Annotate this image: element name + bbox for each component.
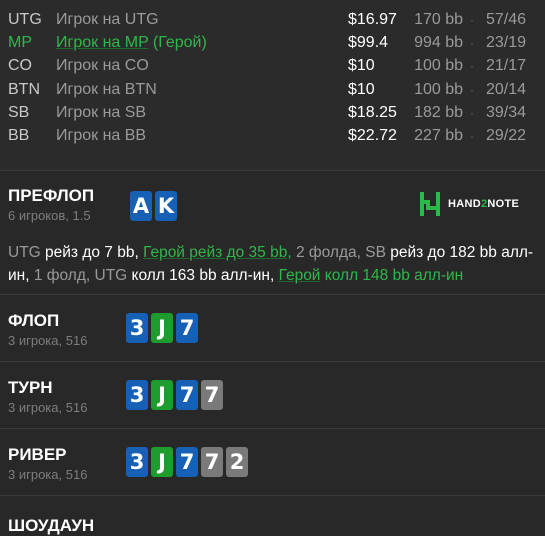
card: J — [151, 380, 173, 411]
hero-action[interactable]: Герой рейз до 35 bb, — [143, 244, 292, 261]
player-name: Игрок на BB — [56, 126, 147, 144]
showdown-section: ШОУДАУН — [0, 495, 545, 536]
showdown-title: ШОУДАУН — [8, 516, 95, 536]
card: A — [130, 191, 152, 222]
player-stack-bb: 994 bb — [414, 34, 463, 52]
card: 7 — [201, 447, 223, 478]
turn-cards: 3J77 — [126, 380, 223, 411]
preflop-hole-cards: AK — [130, 191, 177, 222]
separator-dot: · — [470, 82, 474, 97]
action-text: колл 163 bb алл-ин, — [127, 267, 279, 285]
player-stats: 20/14 — [485, 80, 526, 98]
players-list: UTG Игрок на UTG $16.97 170 bb · 57/46 MP Игрок… — [0, 0, 545, 171]
turn-section: ТУРН 3 игрока, 516 3J77 — [0, 361, 545, 429]
action-text: UTG — [8, 244, 41, 262]
river-section: РИВЕР 3 игрока, 516 3J772 — [0, 428, 545, 496]
hand2note-logo: HAND2NOTE — [419, 192, 520, 217]
player-stack-bb: 227 bb — [414, 126, 463, 144]
player-position: SB — [8, 103, 30, 121]
player-stack-bb: 170 bb — [414, 11, 463, 28]
flop-subtitle: 3 игрока, 516 — [8, 333, 88, 349]
player-stats: 39/34 — [485, 103, 526, 121]
hand2note-logo-text: HAND2NOTE — [448, 198, 520, 211]
player-stack-bb: 100 bb — [414, 57, 463, 75]
player-stats: 23/19 — [485, 34, 526, 52]
player-name: Игрок на CO — [56, 57, 149, 75]
river-subtitle: 3 игрока, 516 — [8, 467, 88, 483]
card: J — [151, 447, 173, 478]
card: 7 — [176, 313, 198, 344]
player-stack-bb: 100 bb — [414, 80, 463, 98]
player-name: Игрок на BTN — [56, 80, 157, 98]
preflop-title: ПРЕФЛОП — [8, 186, 95, 206]
card: 7 — [176, 380, 198, 411]
player-name: Игрок на UTG — [56, 11, 159, 28]
separator-dot: · — [470, 128, 474, 143]
player-position: CO — [8, 57, 32, 75]
separator-dot: · — [470, 105, 474, 120]
player-stack: $99.4 — [348, 34, 389, 52]
card: 7 — [201, 380, 223, 411]
player-stack: $16.97 — [348, 11, 397, 28]
card: 2 — [226, 447, 248, 478]
action-text: рейз до 7 bb, — [40, 244, 144, 262]
player-name[interactable]: Игрок на MP (Герой) — [56, 32, 207, 54]
player-stats: 57/46 — [485, 11, 526, 28]
card: J — [151, 313, 173, 344]
player-row: BTN Игрок на BTN $10 100 bb · 20/14 — [0, 79, 545, 102]
card: 3 — [126, 447, 148, 478]
hand2note-logo-icon — [420, 192, 440, 217]
preflop-subtitle: 6 игроков, 1.5 — [8, 208, 91, 224]
player-stack-bb: 182 bb — [414, 103, 463, 121]
player-position: BB — [8, 126, 30, 144]
hero-action: колл 148 bb алл-ин — [320, 267, 464, 285]
flop-cards: 3J7 — [126, 313, 198, 344]
player-row: MP Игрок на MP (Герой) $99.4 994 bb · 23/19 — [0, 32, 545, 55]
preflop-section: ПРЕФЛОП 6 игроков, 1.5 AK HAND2NOTE UTG … — [0, 170, 545, 295]
action-text: 1 фолд, UTG — [33, 267, 128, 285]
separator-dot: · — [470, 13, 474, 27]
turn-subtitle: 3 игрока, 516 — [8, 400, 88, 416]
player-row: SB Игрок на SB $18.25 182 bb · 39/34 — [0, 102, 545, 125]
player-stats: 29/22 — [485, 126, 526, 144]
action-text: 2 фолда, SB — [291, 244, 386, 262]
separator-dot: · — [470, 59, 474, 74]
flop-title: ФЛОП — [8, 311, 60, 331]
river-cards: 3J772 — [126, 447, 248, 478]
card: 3 — [126, 380, 148, 411]
flop-section: ФЛОП 3 игрока, 516 3J7 — [0, 294, 545, 362]
player-position: MP — [8, 34, 32, 52]
preflop-actions: UTG рейз до 7 bb, Герой рейз до 35 bb, 2… — [8, 241, 538, 287]
card: 7 — [176, 447, 198, 478]
player-stack: $22.72 — [348, 126, 397, 144]
card: K — [155, 191, 177, 222]
turn-title: ТУРН — [8, 378, 53, 398]
player-row: UTG Игрок на UTG $16.97 170 bb · 57/46 — [0, 9, 545, 32]
player-stack: $18.25 — [348, 103, 397, 121]
player-row: CO Игрок на CO $10 100 bb · 21/17 — [0, 55, 545, 78]
card: 3 — [126, 313, 148, 344]
player-name: Игрок на SB — [56, 103, 147, 121]
hero-action[interactable]: Герой — [279, 267, 321, 284]
player-stack: $10 — [348, 80, 375, 98]
player-position: UTG — [8, 11, 42, 28]
separator-dot: · — [470, 36, 474, 51]
player-position: BTN — [8, 80, 40, 98]
river-title: РИВЕР — [8, 445, 67, 465]
player-stack: $10 — [348, 57, 375, 75]
player-row: BB Игрок на BB $22.72 227 bb · 29/22 — [0, 125, 545, 148]
player-stats: 21/17 — [485, 57, 526, 75]
